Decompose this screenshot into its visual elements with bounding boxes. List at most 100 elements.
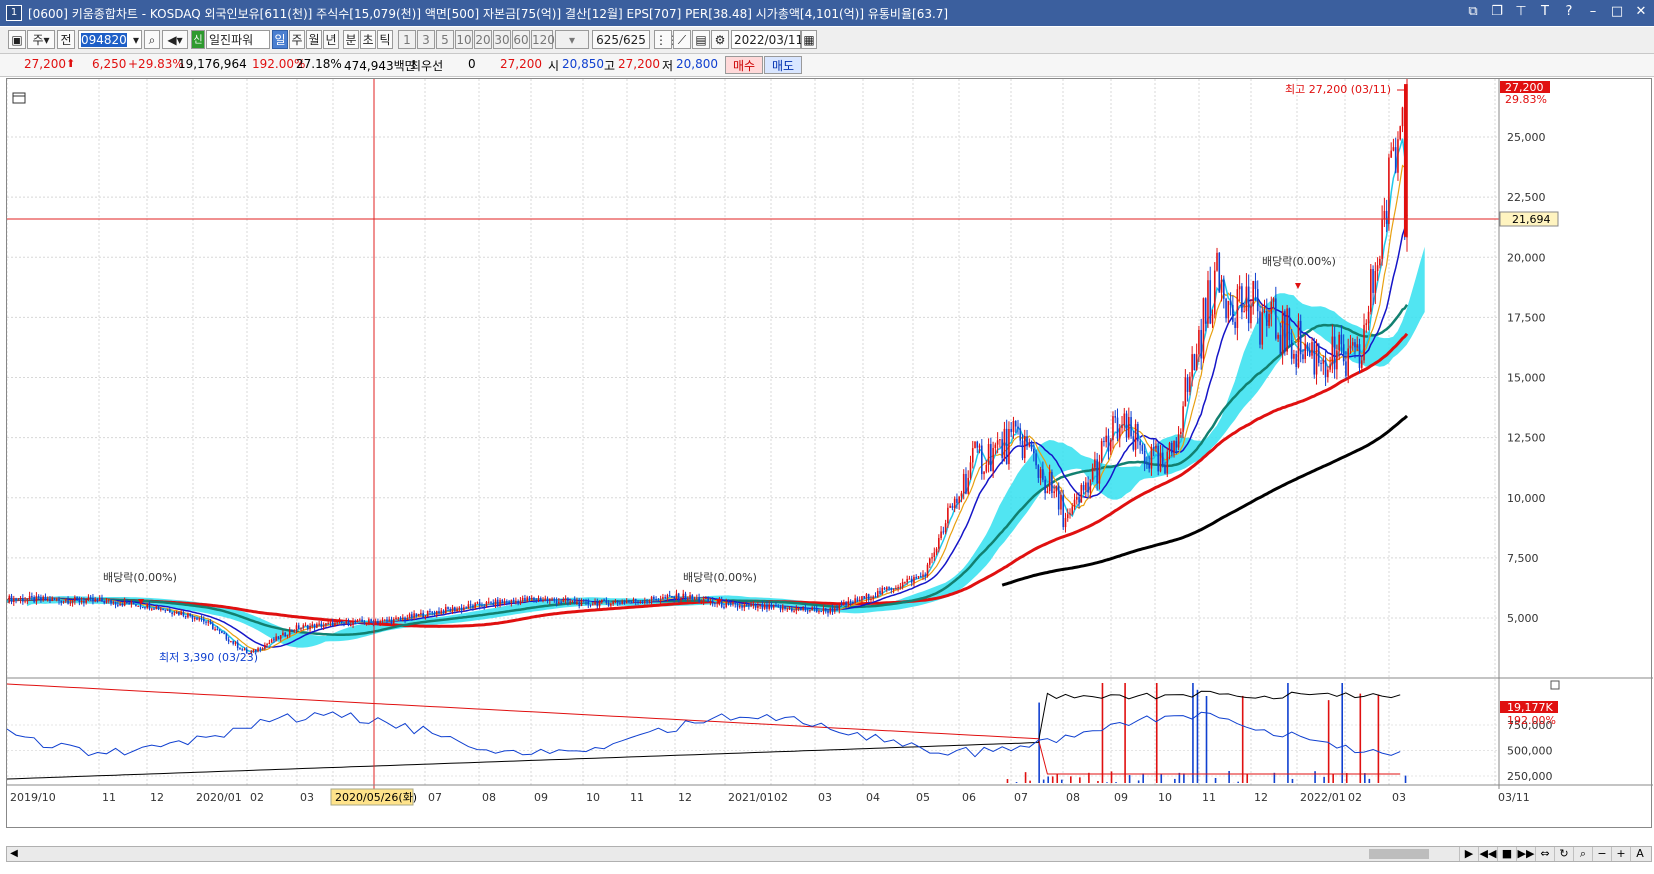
- candle-body: [413, 613, 415, 618]
- prev-button[interactable]: 전: [57, 30, 75, 49]
- period-select[interactable]: 주▾: [27, 30, 55, 49]
- tab-tick[interactable]: 틱: [377, 30, 393, 49]
- candle-body: [1277, 334, 1279, 339]
- tab-second[interactable]: 초: [360, 30, 376, 49]
- candle-body: [130, 601, 133, 605]
- candle-body: [293, 630, 296, 632]
- interval-1[interactable]: 1: [398, 30, 416, 49]
- candle-body: [1085, 482, 1087, 491]
- rewind-icon[interactable]: ◀◀: [1478, 847, 1497, 861]
- line-type-icon[interactable]: ⟋: [673, 30, 691, 49]
- font-size-icon[interactable]: A: [1630, 847, 1649, 861]
- candle-body: [659, 599, 662, 601]
- tile-windows-icon[interactable]: ❐: [1488, 3, 1506, 21]
- volume-bar: [1029, 780, 1031, 783]
- candle-body: [316, 623, 318, 628]
- candle-body: [98, 598, 101, 601]
- volume-bar: [1368, 778, 1371, 783]
- candle-body: [1109, 439, 1112, 452]
- minimize-icon[interactable]: –: [1584, 3, 1602, 21]
- candle-body: [759, 604, 761, 606]
- candle-body: [1286, 308, 1288, 352]
- layout-icon[interactable]: ▣: [8, 30, 26, 49]
- interval-30[interactable]: 30: [493, 30, 511, 49]
- interval-5[interactable]: 5: [436, 30, 454, 49]
- calendar-icon[interactable]: [12, 92, 26, 104]
- chart-area[interactable]: 5,000 7,500 10,000 12,500 15,000 17,500 20,000…: [6, 78, 1653, 829]
- zoom-fit-icon[interactable]: ⇔: [1535, 847, 1554, 861]
- interval-3[interactable]: 3: [417, 30, 435, 49]
- stock-code-input[interactable]: 094820 ▾: [78, 30, 142, 49]
- tab-day[interactable]: 일: [272, 30, 288, 49]
- candle-body: [467, 604, 470, 608]
- scroll-left-icon[interactable]: ◀: [7, 847, 21, 861]
- interval-20[interactable]: 20: [474, 30, 492, 49]
- restore-docked-icon[interactable]: ⧉: [1464, 3, 1482, 21]
- candle-body: [141, 607, 144, 609]
- data-count-field[interactable]: 625/625: [592, 30, 650, 49]
- candle-body: [198, 618, 201, 620]
- tab-year[interactable]: 년: [323, 30, 339, 49]
- zoom-search-icon[interactable]: ⌕: [1573, 847, 1592, 861]
- candle-body: [117, 604, 119, 606]
- candle-body: [320, 623, 323, 627]
- candle-body: [632, 599, 635, 602]
- candle-type-icon[interactable]: ⋮⋮: [654, 30, 679, 49]
- y-tick-label: 5,000: [1507, 612, 1539, 625]
- app-icon[interactable]: 1: [6, 5, 22, 21]
- candle-body: [729, 602, 732, 604]
- help-icon[interactable]: ?: [1560, 3, 1578, 21]
- candle-body: [487, 601, 490, 603]
- candle-body: [684, 593, 687, 600]
- maximize-icon[interactable]: □: [1608, 3, 1626, 21]
- tab-month[interactable]: 월: [306, 30, 322, 49]
- pin-icon[interactable]: ⊤: [1512, 3, 1530, 21]
- vol-line-red: [7, 683, 1401, 775]
- chart-scrollbar[interactable]: ◀ ▶ ◀◀ ■ ▶▶ ⇔ ↻ ⌕ − + A: [6, 846, 1652, 862]
- tab-minute[interactable]: 분: [343, 30, 359, 49]
- interval-120[interactable]: 120: [531, 30, 555, 49]
- play-right-icon[interactable]: ▶: [1459, 847, 1478, 861]
- close-icon[interactable]: ✕: [1632, 3, 1650, 21]
- candle-body: [1180, 431, 1182, 435]
- tab-week[interactable]: 주: [289, 30, 305, 49]
- candle-body: [1121, 425, 1123, 429]
- candle-body: [1324, 359, 1327, 378]
- buy-button[interactable]: 매수: [725, 56, 763, 74]
- calendar-icon[interactable]: ▦: [801, 30, 817, 49]
- text-mode-icon[interactable]: T: [1536, 3, 1554, 21]
- candle-body: [442, 610, 445, 614]
- zoom-out-icon[interactable]: −: [1592, 847, 1611, 861]
- stop-icon[interactable]: ■: [1497, 847, 1516, 861]
- interval-custom-select[interactable]: ▾: [555, 30, 589, 49]
- speaker-icon[interactable]: ◀▾: [162, 30, 188, 49]
- sell-button[interactable]: 매도: [764, 56, 802, 74]
- date-field[interactable]: 2022/03/11: [731, 30, 803, 49]
- candle-body: [180, 612, 182, 615]
- candle-body: [1385, 210, 1388, 224]
- reset-icon[interactable]: ↻: [1554, 847, 1573, 861]
- zoom-in-icon[interactable]: +: [1611, 847, 1630, 861]
- search-icon[interactable]: ⌕: [144, 30, 160, 49]
- vol-pct-label: 192.00%: [1507, 714, 1556, 727]
- x-tick-label: 2022/01: [1300, 791, 1346, 804]
- stock-name-field[interactable]: 일진파워: [206, 30, 270, 49]
- panel-close-icon[interactable]: [1550, 680, 1560, 690]
- interval-60[interactable]: 60: [512, 30, 530, 49]
- candle-body: [542, 599, 544, 601]
- candle-body: [1379, 258, 1381, 266]
- candle-body: [1125, 413, 1128, 438]
- x-tick-label: 12: [678, 791, 692, 804]
- scroll-thumb[interactable]: [1369, 849, 1429, 859]
- fast-forward-icon[interactable]: ▶▶: [1516, 847, 1535, 861]
- interval-10[interactable]: 10: [455, 30, 473, 49]
- price-chart-svg[interactable]: 5,000 7,500 10,000 12,500 15,000 17,500 20,000…: [7, 79, 1653, 829]
- candle-body: [829, 607, 832, 614]
- candle-body: [279, 635, 282, 639]
- candle-body: [1347, 348, 1349, 376]
- candle-body: [1128, 417, 1130, 438]
- candle-body: [429, 611, 431, 613]
- save-icon[interactable]: ▤: [692, 30, 710, 49]
- gear-icon[interactable]: ⚙: [711, 30, 729, 49]
- candle-body: [438, 611, 440, 614]
